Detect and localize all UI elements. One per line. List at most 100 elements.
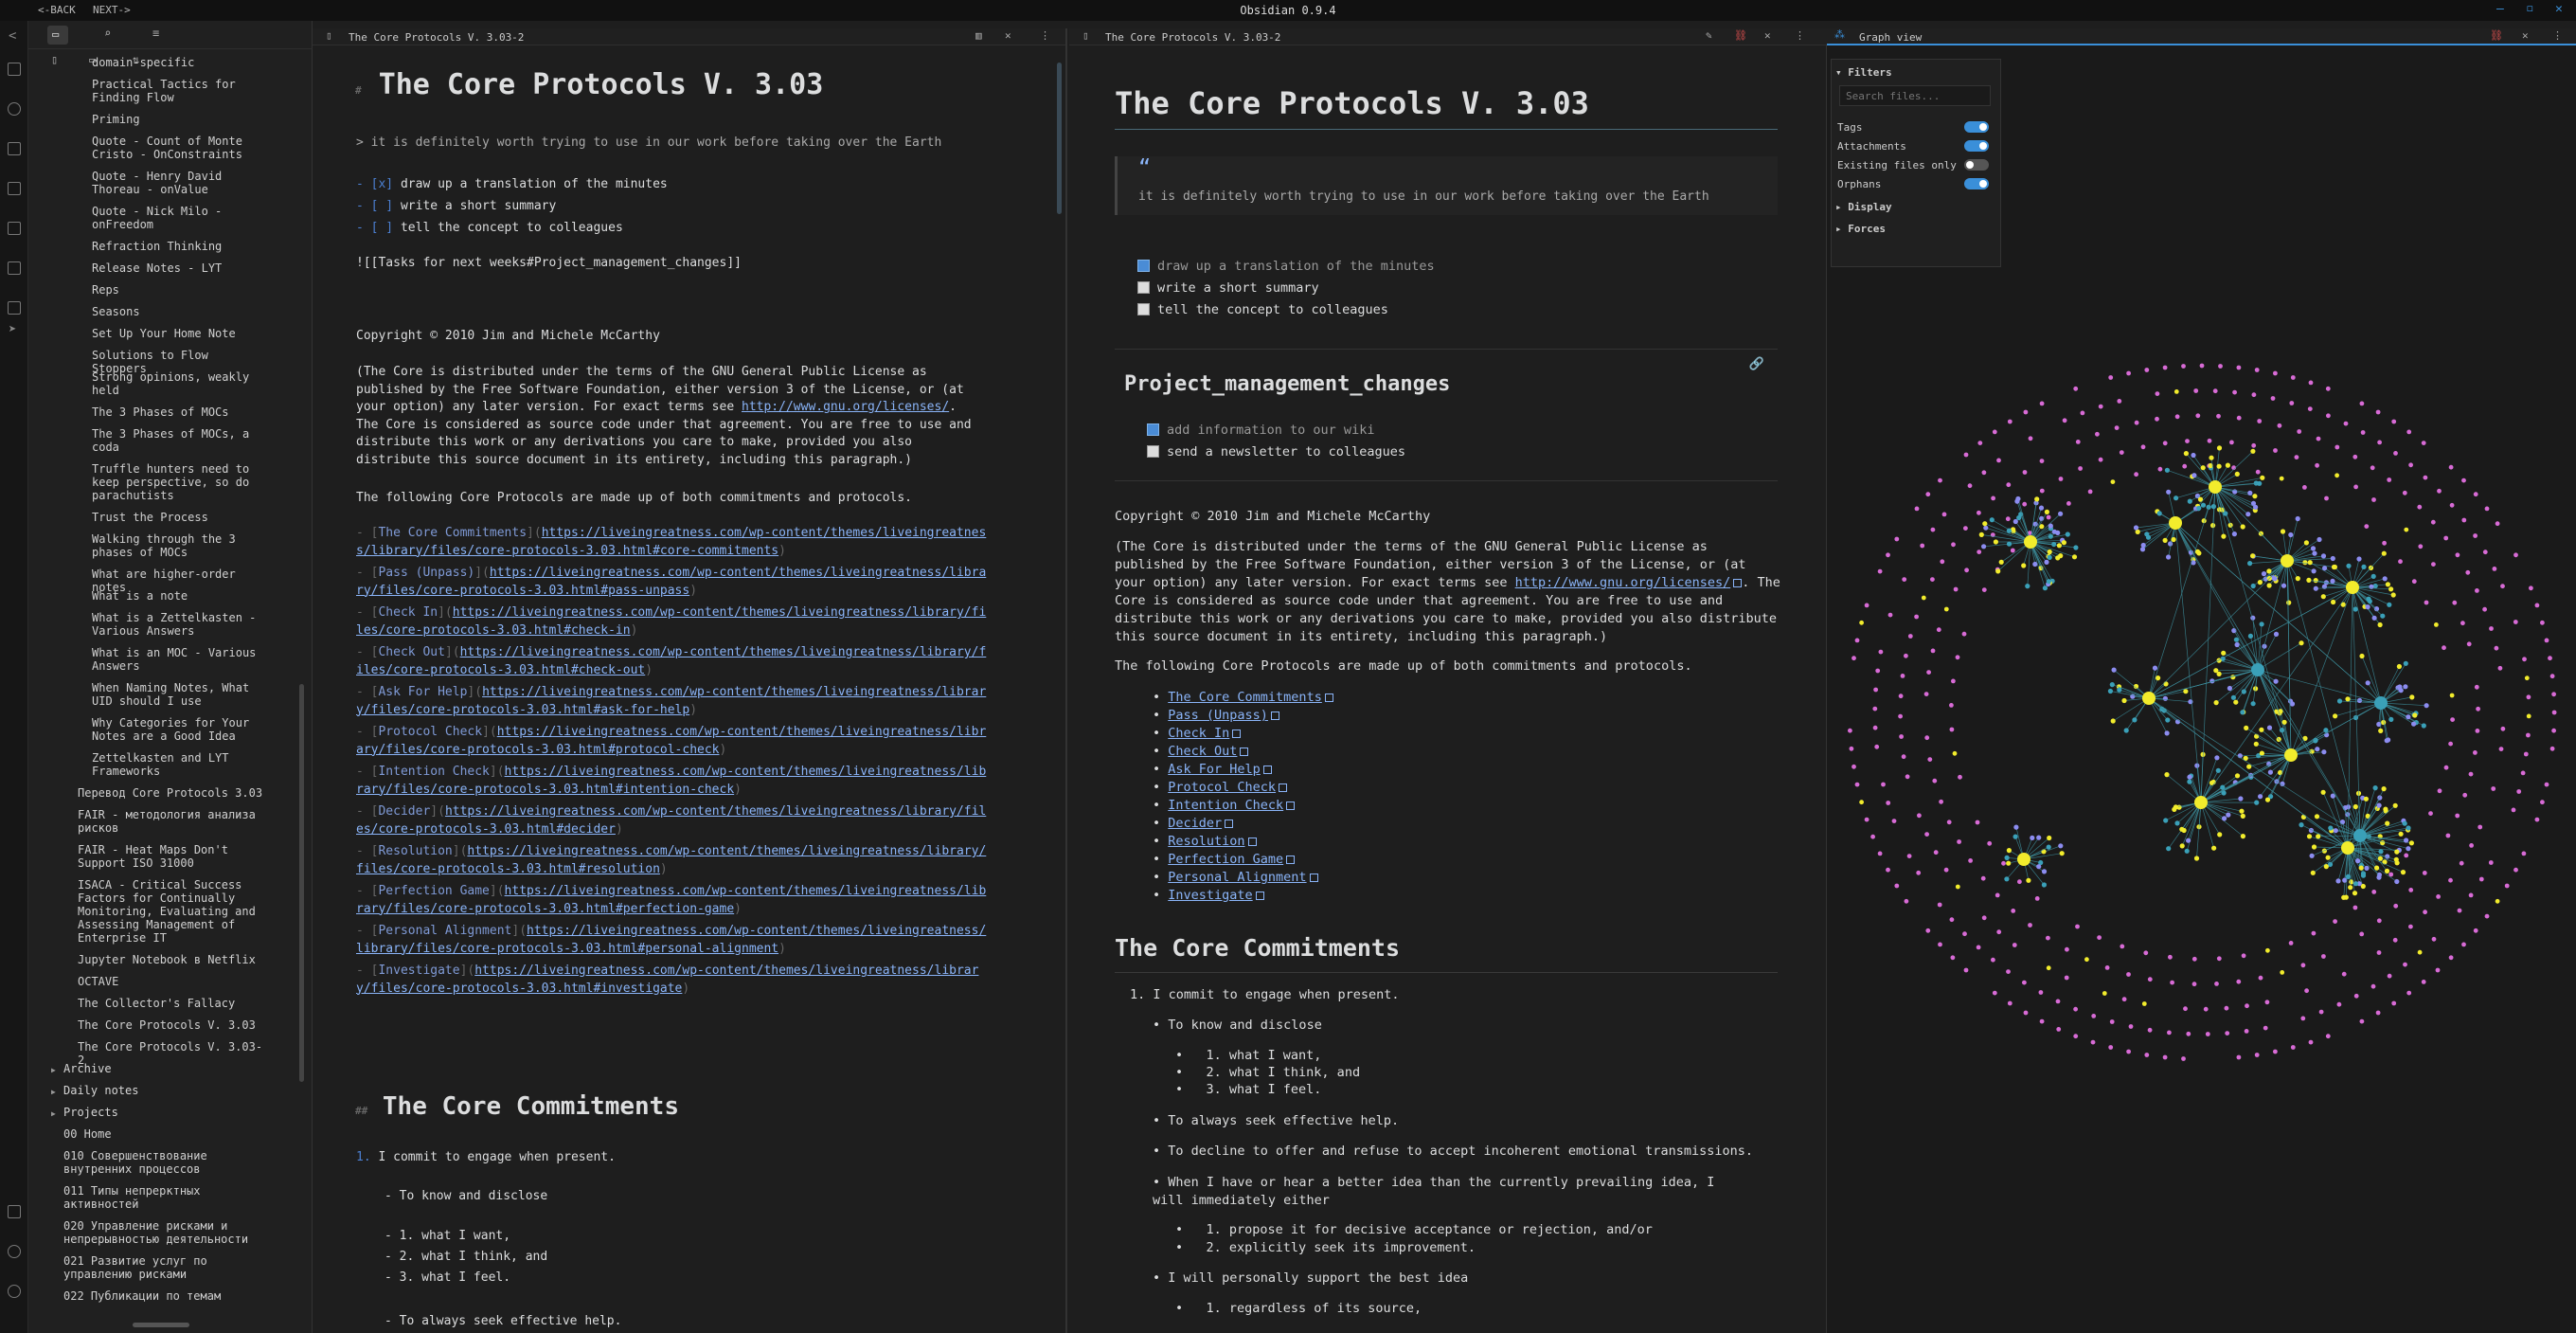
editor-embed[interactable]: ![[Tasks for next weeks#Project_manageme… [356,256,742,270]
graph-node[interactable] [2322,566,2328,571]
graph-node[interactable] [1989,517,1995,523]
toggle-attachments[interactable] [1964,140,1989,152]
graph-node[interactable] [2240,813,2245,820]
graph-node-orphan[interactable] [2193,388,2199,393]
graph-node[interactable] [2353,881,2359,887]
graph-node-orphan[interactable] [2073,1006,2078,1012]
graph-node-orphan[interactable] [2435,967,2441,973]
file-item[interactable]: Quote - Nick Milo - onFreedom [92,205,265,231]
graph-node-orphan[interactable] [1854,782,1860,787]
graph-node-orphan[interactable] [2098,404,2103,409]
minimize-icon[interactable]: – [2496,2,2504,16]
graph-node-orphan[interactable] [1898,713,1903,719]
graph-node-orphan[interactable] [2324,495,2329,501]
graph-node[interactable] [2257,480,2263,486]
graph-node-orphan[interactable] [2090,1039,2096,1045]
graph-node[interactable] [2361,564,2367,570]
collapse-icon[interactable]: < [9,28,16,44]
graph-node-orphan[interactable] [2075,440,2081,444]
command-palette-icon[interactable] [8,261,21,275]
graph-node[interactable] [2377,856,2383,861]
graph-node-orphan[interactable] [2007,419,2012,424]
graph-node[interactable] [2194,549,2201,555]
file-item[interactable]: Strong opinions, weakly held [92,370,265,397]
graph-node-orphan[interactable] [2402,490,2407,495]
graph-node[interactable] [2378,849,2384,855]
graph-node-orphan[interactable] [2300,1016,2306,1021]
graph-node-orphan[interactable] [2529,585,2533,591]
preview-tab-title[interactable]: The Core Protocols V. 3.03-2 [1105,31,1280,44]
graph-node[interactable] [2363,796,2369,802]
graph-node-orphan[interactable] [2393,451,2398,456]
graph-node-orphan[interactable] [2167,1030,2172,1036]
graph-node-orphan[interactable] [2174,389,2179,394]
protocol-link[interactable]: Perfection Game [1168,852,1283,867]
graph-node[interactable] [2261,571,2267,577]
graph-node-orphan[interactable] [2273,448,2278,453]
graph-node-orphan[interactable] [2128,1024,2134,1029]
graph-node[interactable] [2314,814,2320,820]
graph-node[interactable] [2058,843,2064,849]
graph-node-orphan[interactable] [2461,942,2466,947]
graph-node[interactable] [2365,604,2370,610]
protocol-link[interactable]: Check Out [1168,744,1237,759]
graph-node-orphan[interactable] [2423,475,2428,480]
file-item[interactable]: Перевод Core Protocols 3.03 [78,786,265,800]
graph-node[interactable] [2250,500,2257,506]
graph-node[interactable] [2364,865,2370,872]
graph-node-orphan[interactable] [1927,757,1933,762]
graph-node-orphan[interactable] [2126,972,2131,977]
graph-node[interactable] [2259,621,2264,627]
graph-node-orphan[interactable] [2448,955,2454,961]
graph-node-orphan[interactable] [2359,931,2365,937]
graph-node[interactable] [2254,800,2260,805]
graph-node[interactable] [2388,586,2394,592]
graph-node[interactable] [2041,882,2047,888]
graph-node-orphan[interactable] [2062,418,2067,423]
graph-node-orphan[interactable] [2108,375,2114,380]
graph-node[interactable] [2073,545,2079,550]
graph-node[interactable] [2021,563,2027,568]
graph-node-orphan[interactable] [1874,744,1880,749]
editor-link-item[interactable]: - [Perfection Game](https://liveingreatn… [356,883,989,918]
graph-node-orphan[interactable] [2459,860,2464,866]
file-item[interactable]: 022 Публикации по темам [63,1289,265,1303]
graph-node[interactable] [2289,701,2296,707]
graph-node-orphan[interactable] [2214,982,2219,986]
graph-node-orphan[interactable] [2404,853,2409,858]
graph-node-orphan[interactable] [2065,946,2069,952]
graph-node[interactable] [2166,489,2172,495]
graph-node-orphan[interactable] [2398,559,2403,565]
graph-node-orphan[interactable] [2182,463,2188,469]
graph-node-orphan[interactable] [2117,399,2122,404]
graph-node[interactable] [2006,528,2012,533]
graph-node-orphan[interactable] [2452,600,2458,605]
graph-node[interactable] [2359,653,2365,659]
sidebar-scrollbar[interactable] [299,684,304,1082]
graph-node[interactable] [2402,820,2407,826]
graph-node[interactable] [2164,467,2170,473]
graph-node-orphan[interactable] [2391,1000,2397,1006]
graph-node[interactable] [2330,555,2335,562]
graph-node-orphan[interactable] [2109,1019,2115,1024]
file-item[interactable]: FAIR - Heat Maps Don't Support ISO 31000 [78,843,265,870]
graph-node[interactable] [2221,533,2227,539]
graph-node-orphan[interactable] [2264,1000,2270,1005]
graph-node[interactable] [2303,540,2309,546]
graph-node-orphan[interactable] [2343,421,2349,426]
protocol-link[interactable]: Decider [1168,816,1222,831]
graph-node-orphan[interactable] [2473,928,2478,933]
graph-node-orphan[interactable] [1917,813,1922,819]
link-text[interactable]: Decider [378,804,430,819]
graph-node-orphan[interactable] [2191,982,2197,987]
graph-node-orphan[interactable] [1951,542,1956,548]
graph-node[interactable] [2061,540,2066,546]
graph-node[interactable] [2187,498,2192,504]
graph-node-orphan[interactable] [2058,477,2064,481]
graph-node[interactable] [2408,840,2414,846]
graph-node-orphan[interactable] [2186,1031,2191,1036]
file-item[interactable]: What is a note [92,589,265,603]
graph-node-orphan[interactable] [2408,462,2413,468]
graph-node-orphan[interactable] [1962,931,1967,937]
editor-pane[interactable]: ▯ The Core Protocols V. 3.03-2 ▥ ✕ ⋮ # T… [313,28,1067,1333]
